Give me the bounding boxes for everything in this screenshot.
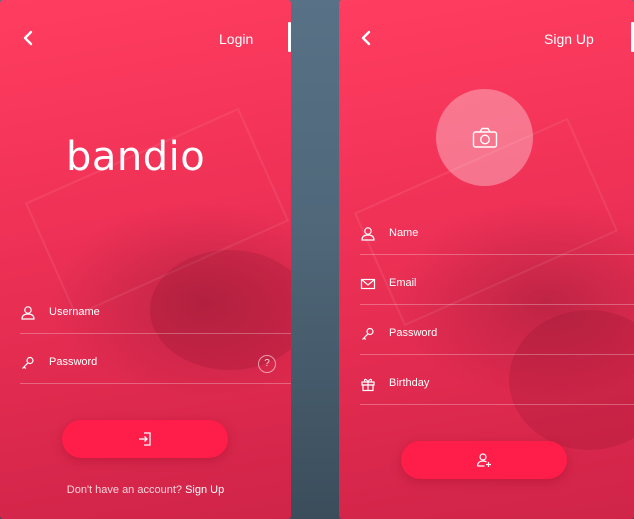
name-field[interactable]: Name — [360, 220, 634, 255]
back-button[interactable] — [18, 27, 38, 49]
chevron-left-icon — [361, 30, 371, 46]
user-icon — [361, 227, 375, 241]
password-label: Password — [389, 327, 438, 339]
user-icon — [21, 306, 35, 320]
avatar-upload-button[interactable] — [436, 89, 533, 186]
camera-icon — [472, 127, 497, 148]
bandio-logo: bandio — [66, 134, 206, 180]
birthday-field[interactable]: Birthday — [360, 370, 634, 405]
email-field[interactable]: Email — [360, 270, 634, 305]
password-help-button[interactable]: ? — [258, 355, 276, 373]
chevron-left-icon — [23, 30, 33, 46]
gift-icon — [361, 378, 375, 392]
page-title: Sign Up — [544, 31, 594, 47]
signup-screen: Sign Up Name Email Password Birthday — [339, 0, 634, 519]
birthday-label: Birthday — [389, 377, 430, 389]
login-icon — [139, 432, 151, 446]
key-icon — [362, 327, 374, 341]
add-user-icon — [476, 453, 491, 467]
page-title: Login — [219, 31, 254, 47]
signup-button[interactable] — [401, 441, 567, 479]
email-label: Email — [389, 277, 417, 289]
username-field[interactable]: Username — [20, 299, 291, 334]
signup-link[interactable]: Sign Up — [185, 484, 224, 496]
key-icon — [22, 356, 34, 370]
signup-prompt: Don't have an account? Sign Up — [0, 484, 291, 496]
password-field[interactable]: Password ? — [20, 349, 291, 384]
back-button[interactable] — [356, 27, 376, 49]
scroll-indicator[interactable] — [288, 22, 291, 52]
name-label: Name — [389, 227, 419, 239]
login-screen: Login bandio Username Password ? Don't h… — [0, 0, 291, 519]
mail-icon — [360, 278, 376, 290]
password-field[interactable]: Password — [360, 320, 634, 355]
username-label: Username — [49, 306, 100, 318]
signup-prompt-text: Don't have an account? — [66, 484, 183, 496]
password-label: Password — [49, 356, 98, 368]
login-button[interactable] — [62, 420, 228, 458]
